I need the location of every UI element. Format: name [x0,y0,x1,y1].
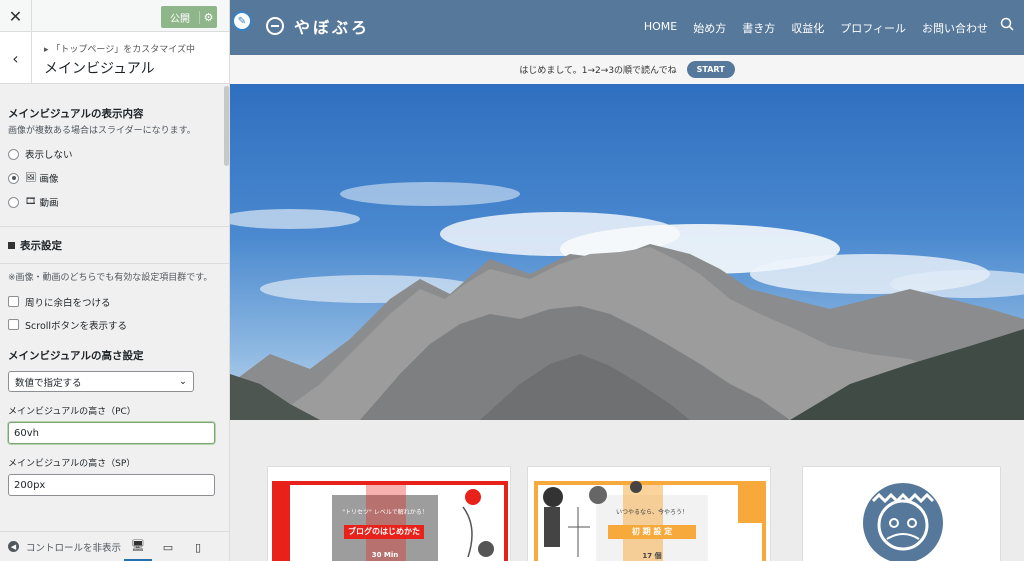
edit-pencil-icon[interactable]: ✎ [232,11,252,31]
scrollbar[interactable] [224,86,229,166]
radio-option-image[interactable]: 🖼 画像 [8,166,221,190]
height-mode-select[interactable]: 数値で指定する ⌄ [8,371,194,393]
height-heading: メインビジュアルの高さ設定 [8,350,144,363]
section-title: メインビジュアル [44,61,155,77]
radio-label: 動画 [39,198,59,210]
logo-text: やぼぶろ [294,18,371,37]
card-blog-start[interactable]: "トリセツ" レベルで解れかる！ ブログのはじめかた 30 Min [267,466,511,561]
back-arrow-icon[interactable]: ‹ [0,32,32,84]
nav-home[interactable]: HOME [644,20,677,36]
settings-heading: 表示設定 [8,238,221,253]
card-meta: 17 個 [642,552,662,560]
video-icon: 🎞 [25,197,37,208]
featured-cards: "トリセツ" レベルで解れかる！ ブログのはじめかた 30 Min いつやるなら… [230,466,1024,561]
square-icon [8,242,15,250]
checkbox-label: Scrollボタンを表示する [25,320,128,332]
card-tag: いつやるなら、今やろう！ [615,509,688,516]
nav-profile[interactable]: プロフィール [840,20,906,36]
checkbox[interactable] [8,296,19,308]
card-title: 初 期 設 定 [608,525,696,539]
mountain-landscape-image [230,182,1024,420]
card-tag: "トリセツ" レベルで解れかる！ [342,509,428,516]
gear-icon[interactable]: ⚙ [199,10,217,24]
nav-writing[interactable]: 書き方 [742,20,775,36]
card-initial-setup[interactable]: いつやるなら、今やろう！ 初 期 設 定 17 個 [527,466,771,561]
publish-label: 公開 [170,13,190,25]
checkbox[interactable] [8,319,19,331]
customizer-panel: ✕ 公開 ⚙ ‹ ▸ 「トップページ」をカスタマイズ中 メインビジュアル メイン… [0,0,230,561]
search-icon[interactable] [1000,17,1014,31]
profile-card[interactable] [802,466,1001,561]
nav-contact[interactable]: お問い合わせ [922,20,988,36]
notice-bar: はじめまして。1→2→3の順で読んでね START [230,55,1024,84]
breadcrumb: ▸ 「トップページ」をカスタマイズ中 [44,45,195,55]
settings-desc-text: 画像・動画のどちらでも有効な設定項目群です。 [15,273,213,284]
collapse-icon[interactable]: ◀ [8,541,19,552]
sp-height-label: メインビジュアルの高さ（SP） [8,459,136,470]
customizer-topbar: ✕ 公開 ⚙ [0,0,229,32]
settings-desc: ※画像・動画のどちらでも有効な設定項目群です。 [8,273,213,284]
settings-heading-text: 表示設定 [20,240,62,253]
hero-image [230,84,1024,420]
main-nav: HOME 始め方 書き方 収益化 プロフィール お問い合わせ [644,20,988,36]
pc-height-input[interactable]: 60vh [8,422,215,445]
checkbox-margin[interactable]: 周りに余白をつける [8,290,221,313]
divider [0,263,229,265]
hide-controls-button[interactable]: コントロールを非表示 [26,540,121,554]
desktop-preview-icon[interactable]: 🖥 [124,532,152,561]
display-content-desc: 画像が複数ある場合はスライダーになります。 [8,126,196,136]
radio-button[interactable] [8,148,19,160]
mobile-preview-icon[interactable]: ▯ [184,532,212,561]
image-icon: 🖼 [25,173,37,184]
radio-button[interactable] [8,172,19,184]
breadcrumb-text: 「トップページ」をカスタマイズ中 [51,45,195,55]
radio-button[interactable] [8,196,19,208]
display-content-heading: メインビジュアルの表示内容 [8,108,144,120]
customizer-footer: ◀ コントロールを非表示 🖥 ▭ ▯ [0,531,229,561]
logo-face-icon [266,17,284,35]
nav-start[interactable]: 始め方 [693,20,726,36]
radio-label: 表示しない [25,150,73,162]
checkbox-label: 周りに余白をつける [25,297,111,309]
notice-text: はじめまして。1→2→3の順で読んでね [519,66,677,76]
close-icon[interactable]: ✕ [0,0,32,32]
section-header: ‹ ▸ 「トップページ」をカスタマイズ中 メインビジュアル [0,32,229,84]
site-logo[interactable]: やぼぶろ [266,14,370,38]
radio-option-none[interactable]: 表示しない [8,142,221,166]
divider [0,226,229,228]
card-title: ブログのはじめかた [344,525,424,539]
card-meta: 30 Min [371,551,399,559]
sp-height-input[interactable]: 200px [8,474,215,497]
publish-button[interactable]: 公開 ⚙ [161,6,217,28]
profile-avatar [863,483,943,561]
checkbox-scroll[interactable]: Scrollボタンを表示する [8,313,221,336]
radio-label: 画像 [39,174,59,186]
nav-monetize[interactable]: 収益化 [791,20,824,36]
site-header: ✎ やぼぶろ HOME 始め方 書き方 収益化 プロフィール お問い合わせ [230,0,1024,55]
radio-option-video[interactable]: 🎞 動画 [8,190,221,214]
pc-height-label: メインビジュアルの高さ（PC） [8,407,136,418]
chevron-down-icon: ⌄ [179,376,187,388]
site-preview: ✎ やぼぶろ HOME 始め方 書き方 収益化 プロフィール お問い合わせ はじ… [230,0,1024,561]
select-value: 数値で指定する [15,377,82,389]
tablet-preview-icon[interactable]: ▭ [154,532,182,561]
start-button[interactable]: START [686,61,735,78]
